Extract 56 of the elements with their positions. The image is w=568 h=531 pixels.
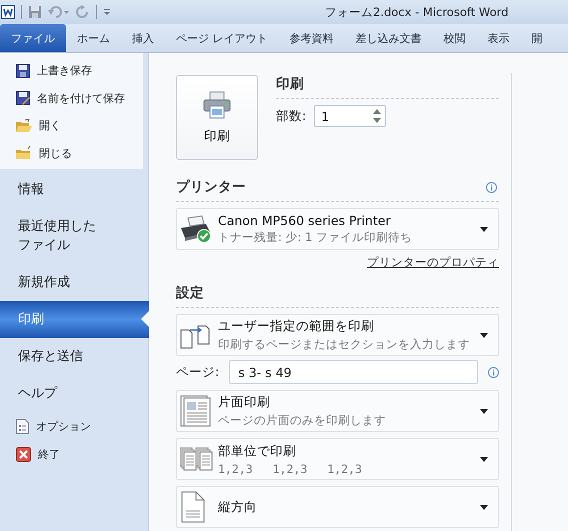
undo-icon[interactable]: [48, 5, 70, 19]
menu-command[interactable]: オプション: [0, 412, 148, 440]
settings-dropdown[interactable]: 部単位で印刷 1,2,3 1,2,3 1,2,3: [176, 438, 499, 480]
dropdown-caret-icon: [480, 456, 488, 462]
settings-dropdown[interactable]: ユーザー指定の範囲を印刷 印刷するページまたはセクションを入力します: [176, 314, 499, 356]
info-icon[interactable]: [486, 182, 497, 192]
section-heading: 設定: [176, 284, 205, 302]
backstage-tab[interactable]: 保存と送信: [0, 338, 148, 375]
menu-command[interactable]: 終了: [0, 440, 148, 468]
dropdown-caret-icon: [480, 408, 488, 414]
printer-properties-link[interactable]: プリンターのプロパティ: [367, 255, 499, 270]
document-icon: [16, 418, 29, 434]
stacked-pages-icon: [180, 446, 214, 472]
pages-label: ページ:: [176, 364, 220, 380]
dropdown-caret-icon: [480, 226, 488, 232]
section-heading: プリンター: [176, 178, 246, 196]
print-button[interactable]: 印刷: [176, 75, 258, 160]
menu-command[interactable]: 閉じる: [0, 140, 143, 167]
backstage-tab[interactable]: 新規作成: [0, 264, 148, 301]
menu-command[interactable]: 上書き保存: [0, 57, 143, 84]
customize-caret-icon[interactable]: [103, 7, 111, 17]
word-icon[interactable]: [1, 5, 15, 19]
window-title: フォーム2.docx - Microsoft Word: [325, 5, 508, 20]
backstage-tab[interactable]: 情報: [0, 171, 148, 208]
copies-label: 部数:: [276, 108, 306, 124]
printer-dropdown[interactable]: Canon MP560 series Printer トナー残量: 少: 1 ファイル印刷待ち: [176, 208, 499, 250]
dropdown-caret-icon: [480, 504, 488, 510]
settings-dropdown[interactable]: 縦方向: [176, 486, 499, 528]
ribbon-tab[interactable]: 開: [520, 24, 554, 52]
redo-icon[interactable]: [76, 5, 90, 19]
settings-dropdown[interactable]: 片面印刷 ページの片面のみを印刷します: [176, 390, 499, 432]
floppy-disk-pencil-icon: [16, 91, 30, 106]
open-folder-icon: [16, 118, 32, 133]
spin-arrows-icon[interactable]: [373, 108, 382, 124]
folder-icon: [16, 146, 32, 160]
ribbon-tab[interactable]: 差し込み文書: [344, 24, 432, 52]
ribbon-tab[interactable]: ホーム: [66, 24, 121, 52]
section-heading: 印刷: [276, 75, 305, 93]
copies-spinbox[interactable]: 1: [314, 105, 386, 127]
menu-command[interactable]: 名前を付けて保存: [0, 84, 143, 112]
menu-command[interactable]: 開く: [0, 112, 143, 140]
backstage-tab[interactable]: ヘルプ: [0, 375, 148, 412]
backstage-tab[interactable]: 最近使用したファイル: [0, 208, 148, 264]
ribbon-tab[interactable]: 校閲: [432, 24, 476, 52]
save-icon[interactable]: [28, 5, 42, 19]
ribbon-tab[interactable]: ページ レイアウト: [165, 24, 278, 52]
ribbon-tab[interactable]: 挿入: [121, 24, 165, 52]
close-icon: [16, 446, 31, 462]
ribbon-tab[interactable]: 表示: [476, 24, 520, 52]
info-icon[interactable]: [488, 366, 499, 378]
pages-field[interactable]: s 3- s 49: [229, 360, 478, 384]
ribbon-tab[interactable]: 参考資料: [278, 24, 344, 52]
dropdown-caret-icon: [480, 332, 488, 338]
ribbon-tab[interactable]: ファイル: [0, 24, 66, 52]
backstage-tab[interactable]: 印刷: [0, 301, 149, 338]
printer-icon: [202, 90, 232, 120]
